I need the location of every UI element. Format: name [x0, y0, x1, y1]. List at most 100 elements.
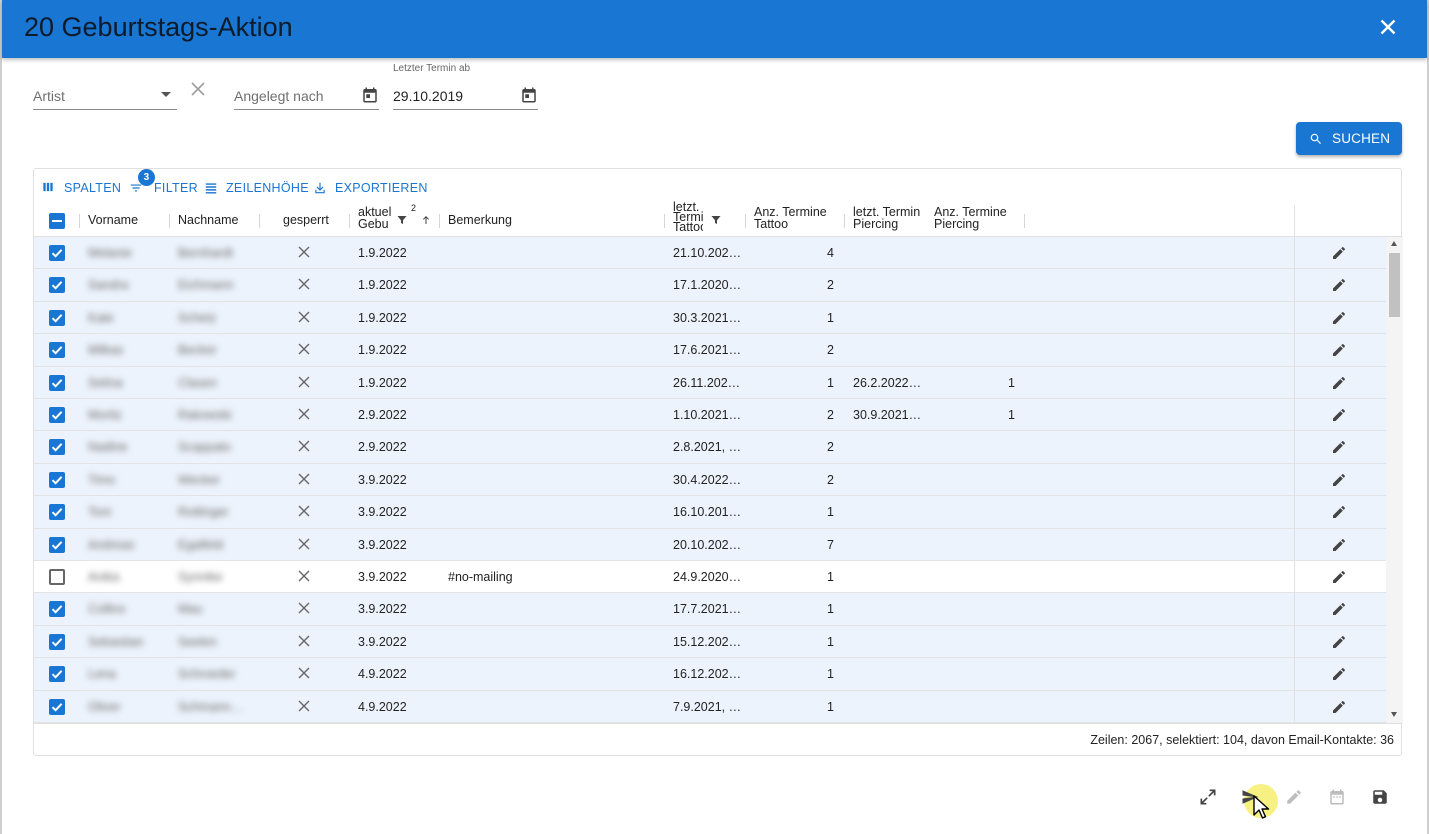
cell-anzahl-tattoo: 1 — [827, 699, 834, 714]
column-header-aktuell-geburtstag[interactable]: aktuel Gebu 2 — [358, 203, 438, 237]
cell-nachname: Rakowski — [178, 408, 232, 422]
angelegt-nach-field[interactable]: Angelegt nach — [234, 84, 379, 110]
blocked-false-icon — [298, 570, 310, 582]
row-checkbox[interactable] — [49, 309, 65, 326]
table-row[interactable]: Kate Schetz 1.9.2022 30.3.2021… 1 — [34, 301, 1386, 335]
row-checkbox[interactable] — [49, 471, 65, 488]
table-row[interactable]: Sebastian Seelen 3.9.2022 15.12.202… 1 — [34, 625, 1386, 659]
column-header-letzter-termin-piercing[interactable]: letzt. Termin Piercing — [853, 205, 933, 237]
cell-letzter-termin-tattoo: 16.10.201… — [673, 505, 742, 520]
cell-letzter-termin-tattoo: 2.8.2021, … — [673, 440, 742, 455]
row-checkbox[interactable] — [49, 536, 65, 553]
column-header-gesperrt[interactable]: gesperrt — [283, 205, 343, 237]
table-row[interactable]: Nadine Scappato 2.9.2022 2.8.2021, … 2 — [34, 431, 1386, 464]
edit-icon[interactable] — [1331, 537, 1347, 553]
row-checkbox[interactable] — [49, 666, 65, 683]
save-icon[interactable] — [1371, 788, 1389, 806]
artist-select[interactable]: Artist — [33, 84, 177, 110]
filter-icon[interactable] — [710, 214, 722, 226]
row-height-icon — [205, 183, 217, 194]
table-row[interactable]: Selina Clasen 1.9.2022 26.11.202… 1 26.2.2022… — [34, 366, 1386, 399]
table-row[interactable]: Timo Wecker 3.9.2022 30.4.2022… 2 — [34, 463, 1386, 497]
edit-icon[interactable] — [1331, 407, 1347, 423]
cell-vorname: Selina — [88, 375, 123, 390]
edit-icon[interactable] — [1331, 569, 1347, 585]
column-header-bemerkung[interactable]: Bemerkung — [448, 205, 658, 237]
cell-vorname: Milkas — [88, 343, 124, 358]
table-row[interactable]: Milkas Becker 1.9.2022 17.6.2021… 2 — [34, 334, 1386, 367]
row-checkbox[interactable] — [49, 601, 65, 618]
clear-icon[interactable] — [191, 82, 205, 96]
column-header-anzahl-termine-tattoo[interactable]: Anz. Termine Tattoo — [754, 205, 834, 237]
cell-anzahl-tattoo: 1 — [827, 310, 834, 325]
scroll-thumb[interactable] — [1389, 253, 1400, 317]
cell-anzahl-tattoo: 4 — [827, 246, 834, 260]
row-checkbox[interactable] — [49, 569, 65, 585]
calendar-icon — [1330, 789, 1344, 805]
edit-icon[interactable] — [1331, 342, 1347, 358]
row-checkbox[interactable] — [49, 374, 65, 391]
row-checkbox[interactable] — [49, 633, 65, 650]
edit-icon[interactable] — [1331, 375, 1347, 391]
row-checkbox[interactable] — [49, 245, 65, 261]
cell-geburtstag: 1.9.2022 — [358, 375, 407, 390]
column-header-vorname[interactable]: Vorname — [88, 205, 168, 237]
edit-icon[interactable] — [1331, 666, 1347, 682]
scroll-up-arrow[interactable] — [1391, 241, 1397, 246]
table-row[interactable]: Moritz Rakowski 2.9.2022 1.10.2021… 2 30.9.20… — [34, 399, 1386, 432]
cell-geburtstag: 2.9.2022 — [358, 440, 407, 455]
edit-icon[interactable] — [1331, 601, 1347, 617]
row-checkbox[interactable] — [49, 277, 65, 294]
columns-label: SPALTEN — [64, 181, 122, 195]
expand-icon[interactable] — [1198, 787, 1218, 807]
vertical-scrollbar[interactable] — [1386, 237, 1403, 723]
calendar-icon[interactable] — [520, 86, 538, 104]
cell-bemerkung: #no-mailing — [448, 570, 513, 584]
table-row[interactable]: Toni Rottinger 3.9.2022 16.10.201… 1 — [34, 496, 1386, 529]
blocked-false-icon — [298, 343, 310, 355]
edit-icon[interactable] — [1331, 245, 1347, 261]
blocked-false-icon — [298, 246, 310, 258]
blocked-false-icon — [298, 505, 310, 517]
select-all-header[interactable] — [49, 205, 69, 237]
row-checkbox[interactable] — [49, 439, 65, 456]
column-header-letzter-termin-tattoo[interactable]: letzt. Termi Tattoo — [673, 201, 753, 237]
row-checkbox[interactable] — [49, 342, 65, 359]
row-checkbox[interactable] — [49, 504, 65, 521]
close-icon[interactable] — [1375, 14, 1401, 40]
edit-icon[interactable] — [1331, 310, 1347, 326]
edit-icon[interactable] — [1331, 472, 1347, 488]
table-row[interactable]: Andreas Egalfeld 3.9.2022 20.10.202… 7 — [34, 528, 1386, 561]
grid-body: Melanie Bernhardt 1.9.2022 21.10.202… 4 Sandr… — [34, 237, 1386, 723]
blocked-false-icon — [298, 700, 310, 712]
table-row[interactable]: Sandra Eichmann 1.9.2022 17.1.2020… 2 — [34, 269, 1386, 302]
column-header-anzahl-termine-piercing[interactable]: Anz. Termine Piercing — [934, 205, 1024, 237]
row-checkbox[interactable] — [49, 698, 65, 715]
column-header-nachname[interactable]: Nachname — [178, 205, 258, 237]
edit-icon[interactable] — [1331, 439, 1347, 455]
cell-letzter-termin-tattoo: 30.3.2021… — [673, 310, 742, 325]
select-all-checkbox[interactable] — [49, 213, 65, 229]
calendar-icon[interactable] — [361, 86, 379, 104]
table-row[interactable]: Anika Synnike 3.9.2022 #no-mailing 24.9.2020… — [34, 561, 1386, 594]
search-button[interactable]: SUCHEN — [1296, 122, 1402, 155]
edit-icon[interactable] — [1331, 634, 1347, 650]
cell-anzahl-tattoo: 1 — [827, 375, 834, 390]
sort-ascending-icon[interactable] — [420, 214, 432, 226]
edit-icon[interactable] — [1331, 699, 1347, 715]
cell-vorname: Oliver — [88, 699, 121, 714]
letzter-termin-field[interactable]: Letzter Termin ab 29.10.2019 — [393, 63, 538, 110]
table-row[interactable]: Collins Mau 3.9.2022 17.7.2021… 1 — [34, 593, 1386, 626]
filter-icon[interactable] — [396, 214, 408, 226]
edit-icon[interactable] — [1331, 277, 1347, 293]
customer-grid: SPALTEN 3 FILTER ZEILENHÖHE EXPORTIEREN — [33, 168, 1403, 756]
row-checkbox[interactable] — [49, 407, 65, 423]
grid-toolbar: SPALTEN 3 FILTER ZEILENHÖHE EXPORTIEREN — [34, 169, 1401, 205]
scroll-down-arrow[interactable] — [1391, 712, 1397, 717]
cell-nachname: Schroeder — [178, 667, 236, 682]
edit-icon[interactable] — [1331, 504, 1347, 520]
cell-nachname: Rottinger — [178, 505, 229, 520]
table-row[interactable]: Melanie Bernhardt 1.9.2022 21.10.202… 4 — [34, 237, 1386, 270]
table-row[interactable]: Oliver Schmann… 4.9.2022 7.9.2021, … 1 — [34, 690, 1386, 723]
table-row[interactable]: Lena Schroeder 4.9.2022 16.12.202… 1 — [34, 658, 1386, 691]
